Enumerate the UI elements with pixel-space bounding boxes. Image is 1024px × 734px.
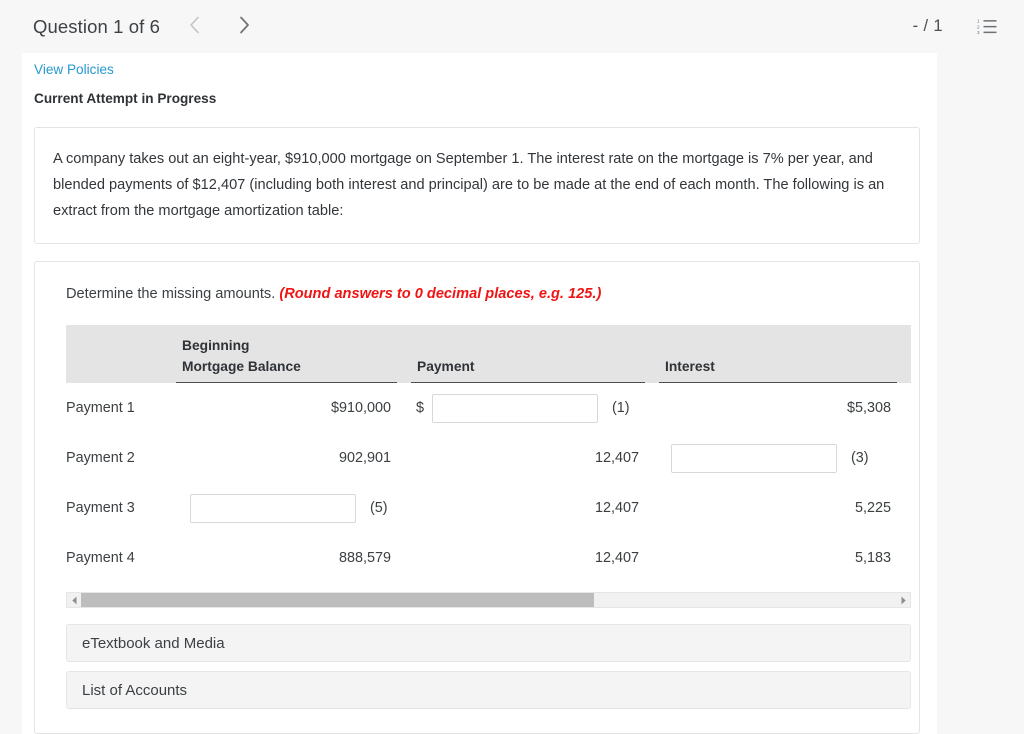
answer-marker: (3): [851, 450, 869, 466]
amortization-table: Beginning Mortgage Balance Payment Inter…: [66, 325, 911, 583]
payment-value: 12,407: [594, 550, 639, 566]
table-row: Payment 4 888,579 12,407 5,183: [66, 533, 911, 583]
balance-value: 902,901: [338, 450, 391, 466]
header-payment-label: Payment: [411, 356, 645, 383]
cell-payment: 12,407: [411, 533, 659, 583]
row-label: Payment 1: [66, 400, 135, 416]
svg-text:3: 3: [977, 30, 980, 35]
header-cell-payment: Payment: [411, 325, 659, 383]
dollar-sign: $: [416, 400, 425, 416]
header-balance-line1: Beginning: [182, 338, 250, 353]
interest-answer-input-3[interactable]: [671, 443, 837, 473]
cell-interest: 5,183: [659, 533, 911, 583]
chevron-left-icon: [189, 16, 200, 37]
answer-work-card: Determine the missing amounts. (Round an…: [34, 261, 920, 734]
cell-beginning-balance: 902,901: [176, 433, 411, 483]
list-of-accounts-label: List of Accounts: [82, 681, 188, 699]
table-row: Payment 2 902,901 12,407 (3): [66, 433, 911, 483]
question-counter: Question 1 of 6: [33, 15, 160, 37]
answer-marker: (5): [370, 500, 388, 516]
view-policies-link[interactable]: View Policies: [34, 62, 114, 77]
svg-text:1: 1: [977, 19, 980, 24]
problem-statement-text: A company takes out an eight-year, $910,…: [53, 151, 885, 219]
cell-interest: 5,225: [659, 483, 911, 533]
etextbook-and-media-label: eTextbook and Media: [82, 634, 225, 652]
view-policies-row: View Policies: [22, 53, 937, 79]
next-question-button[interactable]: [226, 8, 264, 46]
interest-value: 5,225: [854, 500, 891, 516]
etextbook-and-media-button[interactable]: eTextbook and Media: [66, 624, 911, 662]
cell-payment: 12,407: [411, 483, 659, 533]
chevron-right-icon: [239, 16, 250, 37]
row-label: Payment 3: [66, 500, 135, 516]
table-body: Payment 1 $910,000 $ (1) $5,308 Payment …: [66, 383, 911, 583]
attempt-status-label: Current Attempt in Progress: [34, 91, 217, 106]
cell-interest: $5,308: [659, 383, 911, 433]
cell-payment: $ (1): [411, 383, 659, 433]
interest-value: $5,308: [846, 400, 891, 416]
svg-text:2: 2: [977, 24, 980, 29]
table-horizontal-scrollbar[interactable]: [66, 592, 911, 608]
table-header-row: Beginning Mortgage Balance Payment Inter…: [66, 325, 911, 383]
problem-statement-card: A company takes out an eight-year, $910,…: [34, 127, 920, 244]
table-row: Payment 1 $910,000 $ (1) $5,308: [66, 383, 911, 433]
header-cell-beginning-mortgage-balance: Beginning Mortgage Balance: [176, 325, 411, 383]
rounding-hint: (Round answers to 0 decimal places, e.g.…: [279, 286, 602, 302]
numbered-list-icon[interactable]: 1 2 3: [976, 16, 998, 38]
header-balance-line2: Mortgage Balance: [182, 359, 301, 374]
header-interest-label: Interest: [659, 356, 897, 383]
interest-value: 5,183: [854, 550, 891, 566]
payment-value: 12,407: [594, 500, 639, 516]
scroll-left-arrow-icon[interactable]: [67, 593, 81, 607]
cell-payment: 12,407: [411, 433, 659, 483]
list-of-accounts-button[interactable]: List of Accounts: [66, 671, 911, 709]
cell-interest: (3): [659, 433, 911, 483]
payment-answer-input-1[interactable]: [432, 393, 599, 423]
amortization-table-wrapper: Beginning Mortgage Balance Payment Inter…: [66, 325, 911, 583]
cell-beginning-balance: (5): [176, 483, 411, 533]
previous-question-button[interactable]: [176, 8, 214, 46]
table-header: Beginning Mortgage Balance Payment Inter…: [66, 325, 911, 383]
balance-value: $910,000: [330, 400, 391, 416]
balance-value: 888,579: [338, 550, 391, 566]
question-page: View Policies Current Attempt in Progres…: [22, 53, 937, 734]
row-label: Payment 2: [66, 450, 135, 466]
scroll-right-arrow-icon[interactable]: [896, 593, 910, 607]
cell-beginning-balance: $910,000: [176, 383, 411, 433]
table-row: Payment 3 (5) 12,407 5,225: [66, 483, 911, 533]
top-bar: Question 1 of 6 - / 1 1 2 3: [0, 0, 1024, 53]
header-cell-blank: [66, 325, 176, 383]
attempt-status-row: Current Attempt in Progress: [22, 79, 937, 108]
row-label: Payment 4: [66, 550, 135, 566]
cell-beginning-balance: 888,579: [176, 533, 411, 583]
payment-value: 12,407: [594, 450, 639, 466]
score-display: - / 1: [912, 17, 943, 35]
instruction-lead: Determine the missing amounts.: [66, 286, 276, 302]
answer-marker: (1): [612, 400, 630, 416]
topbar-right-group: - / 1 1 2 3: [913, 16, 998, 38]
scrollbar-track[interactable]: [81, 593, 896, 607]
instruction-line: Determine the missing amounts. (Round an…: [35, 284, 919, 304]
header-cell-interest: Interest: [659, 325, 911, 383]
balance-answer-input-5[interactable]: [190, 493, 356, 523]
scrollbar-thumb[interactable]: [81, 593, 595, 607]
